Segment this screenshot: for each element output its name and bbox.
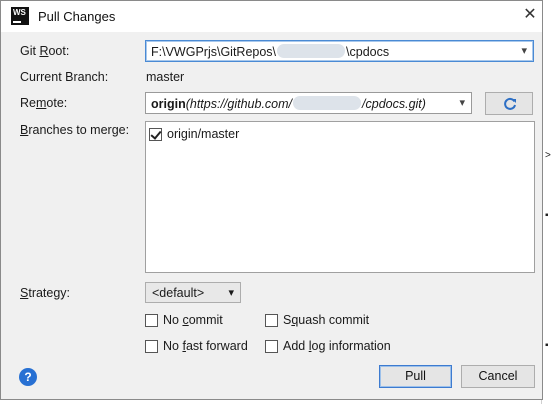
remote-label: Remote: <box>20 96 68 110</box>
git-root-label: Git Root: <box>20 44 70 58</box>
branch-checkbox[interactable] <box>149 127 162 141</box>
git-root-combobox[interactable]: F:\VWGPrjs\GitRepos\ \cpdocs ▾ <box>145 40 534 62</box>
redacted-region <box>277 44 346 58</box>
no-fast-forward-label: No fast forward <box>163 339 248 353</box>
strategy-label: Strategy: <box>20 286 71 300</box>
cancel-button[interactable]: Cancel <box>461 365 535 388</box>
branches-label: Branches to merge: <box>20 123 130 137</box>
list-item[interactable]: origin/master <box>149 126 239 142</box>
add-log-checkbox[interactable] <box>265 339 278 353</box>
squash-commit-option[interactable]: Squash commit <box>265 313 369 327</box>
squash-commit-label: Squash commit <box>283 313 370 327</box>
branches-list[interactable]: origin/master <box>145 121 535 273</box>
remote-url-prefix: (https://github.com/ <box>185 97 293 111</box>
pull-button[interactable]: Pull <box>379 365 452 388</box>
chevron-down-icon: ▾ <box>228 287 234 299</box>
background-glyph: ▪ <box>545 210 549 221</box>
remote-url-suffix: /cpdocs.git) <box>362 97 426 111</box>
help-icon[interactable]: ? <box>19 368 37 386</box>
strategy-select[interactable]: <default> ▾ <box>145 282 241 303</box>
current-branch-label: Current Branch: <box>20 70 109 84</box>
refresh-remote-button[interactable] <box>485 92 533 115</box>
branch-label: origin/master <box>167 127 240 141</box>
add-log-label: Add log information <box>283 339 391 353</box>
git-root-path-suffix: \cpdocs <box>346 45 390 59</box>
no-commit-checkbox[interactable] <box>145 313 158 327</box>
close-icon[interactable]: ✕ <box>521 6 539 24</box>
squash-commit-checkbox[interactable] <box>265 313 278 327</box>
current-branch-value: master <box>146 70 185 84</box>
pull-changes-dialog: WS Pull Changes ✕ Git Root: F:\VWGPrjs\G… <box>0 0 543 400</box>
git-root-path-prefix: F:\VWGPrjs\GitRepos\ <box>151 45 277 59</box>
background-editor-strip: > ▪ ▪ <box>541 0 555 404</box>
no-fast-forward-option[interactable]: No fast forward <box>145 339 248 353</box>
no-fast-forward-checkbox[interactable] <box>145 339 158 353</box>
remote-name: origin <box>151 97 186 111</box>
no-commit-option[interactable]: No commit <box>145 313 223 327</box>
refresh-icon <box>504 97 516 110</box>
dialog-title: Pull Changes <box>38 9 116 24</box>
webstorm-app-icon: WS <box>11 7 29 25</box>
strategy-value: <default> <box>152 286 205 300</box>
add-log-option[interactable]: Add log information <box>265 339 391 353</box>
chevron-down-icon: ▾ <box>521 45 527 57</box>
no-commit-label: No commit <box>163 313 223 327</box>
title-bar: WS Pull Changes ✕ <box>1 1 542 32</box>
background-glyph: ▪ <box>545 340 549 351</box>
remote-combobox[interactable]: origin(https://github.com/ /cpdocs.git) ▾ <box>145 92 472 114</box>
redacted-region <box>293 96 362 110</box>
background-glyph: > <box>545 150 551 161</box>
chevron-down-icon: ▾ <box>459 97 465 109</box>
